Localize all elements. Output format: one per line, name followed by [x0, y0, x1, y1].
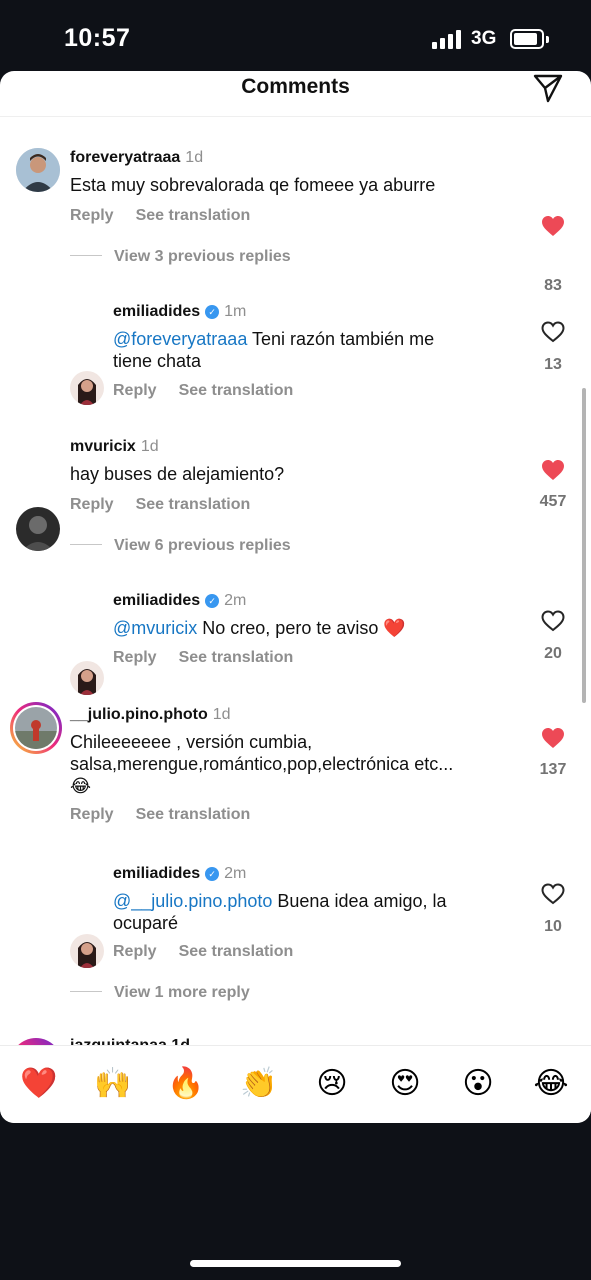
comment-time: 1d — [212, 706, 231, 723]
reply-text: @foreveryatraaa Teni razón también me tie… — [113, 329, 435, 371]
emoji-reaction-bar: ❤️ 🙌 🔥 👏 😢 😍 😮 😂 — [0, 1045, 591, 1123]
heart-filled-icon[interactable] — [541, 215, 565, 237]
like-count: 457 — [539, 493, 567, 510]
avatar-story-ring[interactable] — [10, 702, 62, 754]
sheet-title: Comments — [241, 75, 350, 98]
reply-actions: Reply See translation — [113, 382, 293, 400]
see-translation-button[interactable]: See translation — [136, 806, 251, 823]
mention-link[interactable]: @mvuricix — [113, 618, 197, 638]
red-heart-emoji[interactable]: ❤️ — [19, 1064, 59, 1104]
heart-filled-icon[interactable] — [541, 727, 565, 749]
verified-badge-icon: ✓ — [205, 594, 220, 608]
scrollbar[interactable] — [582, 388, 586, 703]
comment-time: 1d — [140, 438, 159, 455]
heart-outline-icon[interactable] — [541, 883, 565, 905]
heart-outline-icon[interactable] — [541, 610, 565, 632]
reply-actions: Reply See translation — [113, 943, 293, 961]
comment-actions: Reply See translation — [70, 806, 250, 824]
see-translation-button[interactable]: See translation — [136, 496, 251, 513]
like-count: 137 — [539, 761, 567, 778]
reply-button[interactable]: Reply — [113, 382, 157, 399]
comment-actions: Reply See translation — [70, 496, 250, 514]
reply-username[interactable]: emiliadides ✓ 1m — [113, 303, 246, 321]
battery-tip — [546, 36, 549, 43]
reply-text: @__julio.pino.photo Buena idea amigo, la… — [113, 891, 447, 933]
comment-time: 1d — [185, 149, 204, 166]
avatar[interactable] — [70, 934, 104, 968]
like-count: 83 — [544, 277, 562, 294]
comment-username[interactable]: __julio.pino.photo 1d — [70, 706, 231, 724]
avatar[interactable] — [16, 507, 60, 551]
like-count: 20 — [544, 645, 562, 662]
avatar[interactable] — [70, 371, 104, 405]
verified-badge-icon: ✓ — [205, 305, 220, 319]
mention-link[interactable]: @foreveryatraaa — [113, 329, 247, 349]
clapping-hands-emoji[interactable]: 👏 — [239, 1064, 279, 1104]
avatar[interactable] — [16, 148, 60, 192]
comment-actions: Reply See translation — [70, 207, 250, 225]
reply-actions: Reply See translation — [113, 649, 293, 667]
comments-sheet: Comments foreveryatraaa 1d Esta muy sobre… — [0, 71, 591, 1123]
avatar[interactable] — [70, 661, 104, 695]
reply-button[interactable]: Reply — [70, 806, 114, 823]
comment-username[interactable]: foreveryatraaa 1d — [70, 149, 203, 167]
network-type: 3G — [471, 28, 497, 49]
view-replies-button[interactable]: View 6 previous replies — [70, 537, 291, 555]
home-indicator[interactable] — [190, 1260, 401, 1267]
see-translation-button[interactable]: See translation — [179, 943, 294, 960]
reply-button[interactable]: Reply — [113, 943, 157, 960]
reply-button[interactable]: Reply — [70, 207, 114, 224]
reply-time: 2m — [224, 592, 247, 609]
like-count: 10 — [544, 918, 562, 935]
reply-username[interactable]: emiliadides ✓ 2m — [113, 592, 246, 610]
see-translation-button[interactable]: See translation — [179, 382, 294, 399]
comment-username[interactable]: mvuricix 1d — [70, 438, 159, 456]
reply-time: 1m — [224, 303, 247, 320]
send-icon[interactable] — [531, 71, 565, 105]
mention-link[interactable]: @__julio.pino.photo — [113, 891, 272, 911]
battery-icon — [510, 29, 544, 49]
reply-time: 2m — [224, 865, 247, 882]
heart-filled-icon[interactable] — [541, 459, 565, 481]
heart-outline-icon[interactable] — [541, 321, 565, 343]
reply-username[interactable]: emiliadides ✓ 2m — [113, 865, 246, 883]
see-translation-button[interactable]: See translation — [136, 207, 251, 224]
reply-button[interactable]: Reply — [113, 649, 157, 666]
heart-eyes-emoji[interactable]: 😍 — [385, 1064, 425, 1104]
comment-text: hay buses de alejamiento? — [70, 464, 285, 484]
crying-face-emoji[interactable]: 😢 — [312, 1064, 352, 1104]
fire-emoji[interactable]: 🔥 — [166, 1064, 206, 1104]
reply-text: @mvuricix No creo, pero te aviso ❤️ — [113, 618, 406, 638]
clock: 10:57 — [64, 24, 131, 52]
status-bar: 10:57 3G — [0, 0, 591, 72]
raising-hands-emoji[interactable]: 🙌 — [93, 1064, 133, 1104]
view-replies-button[interactable]: View 1 more reply — [70, 984, 250, 1002]
sheet-header: Comments — [0, 71, 591, 117]
comments-list[interactable]: foreveryatraaa 1d Esta muy sobrevalorada … — [0, 117, 591, 1047]
comment-text: Esta muy sobrevalorada qe fomeee ya abur… — [70, 175, 436, 195]
see-translation-button[interactable]: See translation — [179, 649, 294, 666]
like-count: 13 — [544, 356, 562, 373]
signal-icon — [432, 30, 464, 49]
surprised-face-emoji[interactable]: 😮 — [458, 1064, 498, 1104]
view-replies-button[interactable]: View 3 previous replies — [70, 248, 291, 266]
verified-badge-icon: ✓ — [205, 867, 220, 881]
reply-button[interactable]: Reply — [70, 496, 114, 513]
tears-of-joy-emoji[interactable]: 😂 — [531, 1064, 571, 1104]
comment-text: Chileeeeeee , versión cumbia, salsa,meren… — [70, 732, 454, 796]
